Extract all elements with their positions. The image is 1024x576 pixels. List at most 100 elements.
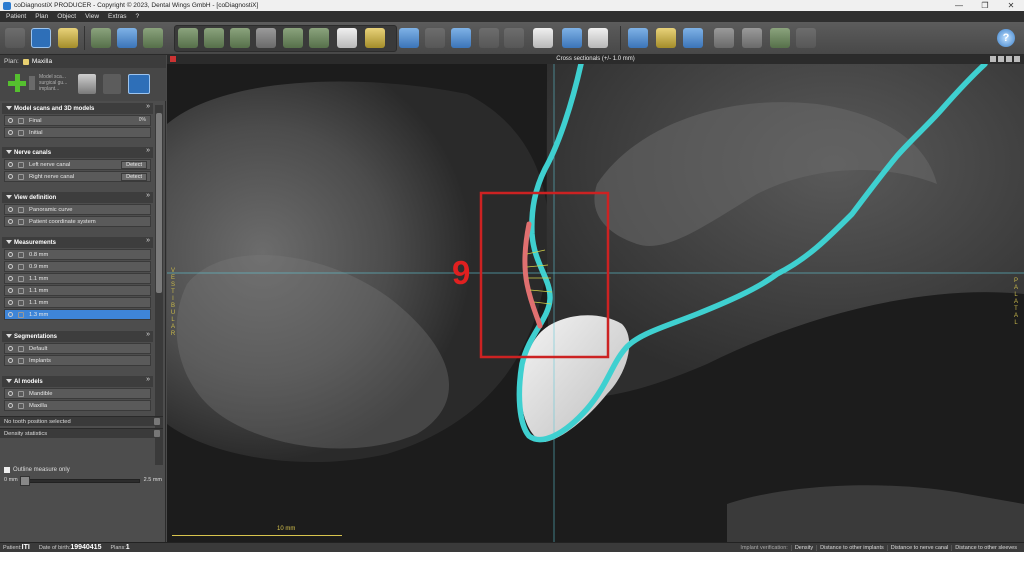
align-icon[interactable] xyxy=(117,28,137,48)
distance-implants-button[interactable]: Distance to other implants xyxy=(816,545,887,551)
abutment-icon[interactable] xyxy=(451,28,471,48)
list-item[interactable]: Maxilla xyxy=(4,400,151,411)
list-item[interactable]: 1.1 mm xyxy=(4,273,151,284)
house-tool-icon[interactable] xyxy=(204,28,224,48)
distance-nerve-button[interactable]: Distance to nerve canal xyxy=(886,545,951,551)
list-item[interactable]: Left nerve canal Detect xyxy=(4,159,151,170)
visibility-icon[interactable] xyxy=(8,276,13,281)
list-item[interactable]: 0.9 mm xyxy=(4,261,151,272)
visibility-icon[interactable] xyxy=(8,312,13,317)
nerve-tool-icon[interactable] xyxy=(230,28,250,48)
list-item[interactable]: Implants xyxy=(4,355,151,366)
visibility-icon[interactable] xyxy=(8,130,13,135)
list-item[interactable]: 0.8 mm xyxy=(4,249,151,260)
detect-left-button[interactable]: Detect xyxy=(121,161,147,169)
menu-plan[interactable]: Plan xyxy=(35,13,48,20)
check-icon[interactable] xyxy=(103,74,121,94)
list-item[interactable]: Right nerve canal Detect xyxy=(4,171,151,182)
export-icon[interactable] xyxy=(562,28,582,48)
list-item[interactable]: 1.1 mm xyxy=(4,297,151,308)
list-item[interactable]: 1.1 mm xyxy=(4,285,151,296)
viewport-pencil-icon[interactable] xyxy=(998,56,1004,62)
visibility-icon[interactable] xyxy=(8,358,13,363)
cross-section-viewport[interactable]: 9 VESTIBULAR PALATAL 10 mm xyxy=(167,64,1024,542)
minimize-button[interactable]: — xyxy=(946,0,972,11)
slider-track[interactable] xyxy=(20,479,140,483)
visibility-icon[interactable] xyxy=(8,162,13,167)
guide-icon[interactable] xyxy=(533,28,553,48)
slider-knob[interactable] xyxy=(20,476,30,486)
list-item[interactable]: Default xyxy=(4,343,151,354)
section-segmentations[interactable]: Segmentations» xyxy=(2,331,153,342)
sphere-tool-icon[interactable] xyxy=(309,28,329,48)
viewport-pin-icon[interactable] xyxy=(990,56,996,62)
maximize-button[interactable]: ❐ xyxy=(972,0,998,11)
outline-checkbox[interactable] xyxy=(4,467,10,473)
distance-sleeves-button[interactable]: Distance to other sleeves xyxy=(951,545,1020,551)
visibility-icon[interactable] xyxy=(8,288,13,293)
section-models[interactable]: Model scans and 3D models» xyxy=(2,103,153,114)
menu-view[interactable]: View xyxy=(85,13,99,20)
undo-icon[interactable] xyxy=(770,28,790,48)
tooth-position-dropdown[interactable]: No tooth position selected xyxy=(0,416,163,426)
crown-tool-icon[interactable] xyxy=(337,28,357,48)
visibility-icon[interactable] xyxy=(8,300,13,305)
patient-icon[interactable] xyxy=(5,28,25,48)
visibility-icon[interactable] xyxy=(8,264,13,269)
implant-icon[interactable] xyxy=(399,28,419,48)
sleeve-icon[interactable] xyxy=(425,28,445,48)
layout-icon[interactable] xyxy=(656,28,676,48)
list-item[interactable]: Final 0% xyxy=(4,115,151,126)
detect-right-button[interactable]: Detect xyxy=(121,173,147,181)
print-icon[interactable] xyxy=(588,28,608,48)
list-item[interactable]: Initial xyxy=(4,127,151,138)
section-ai-models[interactable]: AI models» xyxy=(2,376,153,387)
model-add-icon[interactable] xyxy=(91,28,111,48)
segment-icon[interactable] xyxy=(143,28,163,48)
section-measurements[interactable]: Measurements» xyxy=(2,237,153,248)
viewport-maximize-icon[interactable] xyxy=(1014,56,1020,62)
help-icon[interactable]: ? xyxy=(997,29,1015,47)
redo-icon[interactable] xyxy=(796,28,816,48)
pin-icon[interactable] xyxy=(479,28,499,48)
visibility-icon[interactable] xyxy=(8,174,13,179)
section-view-definition[interactable]: View definition» xyxy=(2,192,153,203)
connect-icon[interactable] xyxy=(714,28,734,48)
scrollbar-thumb[interactable] xyxy=(156,113,162,293)
tooth-tool-icon[interactable] xyxy=(178,28,198,48)
visibility-icon[interactable] xyxy=(8,252,13,257)
viewport-settings-icon[interactable] xyxy=(1006,56,1012,62)
visibility-icon[interactable] xyxy=(8,219,13,224)
panel-scrollbar[interactable] xyxy=(155,105,163,465)
anchor-pin-icon[interactable] xyxy=(504,28,524,48)
menu-help[interactable]: ? xyxy=(135,13,139,20)
open-folder-icon[interactable] xyxy=(58,28,78,48)
list-item[interactable]: Mandible xyxy=(4,388,151,399)
density-status-button[interactable]: Density xyxy=(790,545,816,551)
visibility-icon[interactable] xyxy=(8,207,13,212)
menu-extras[interactable]: Extras xyxy=(108,13,126,20)
close-button[interactable]: ✕ xyxy=(998,0,1024,11)
layout-toggle-icon[interactable] xyxy=(128,74,150,94)
menu-patient[interactable]: Patient xyxy=(6,13,26,20)
visibility-icon[interactable] xyxy=(8,346,13,351)
3d-view-icon[interactable] xyxy=(628,28,648,48)
section-nerve-canals[interactable]: Nerve canals» xyxy=(2,147,153,158)
thickness-slider[interactable]: 0 mm 2.5 mm xyxy=(4,476,164,486)
visibility-icon[interactable] xyxy=(8,403,13,408)
density-dropdown[interactable]: Density statistics xyxy=(0,428,163,438)
add-plus-icon[interactable] xyxy=(8,74,26,92)
cube-view-icon[interactable] xyxy=(683,28,703,48)
outline-checkbox-row[interactable]: Outline measure only xyxy=(4,467,70,473)
visibility-icon[interactable] xyxy=(8,391,13,396)
plan-selector[interactable]: Plan: Maxilla xyxy=(0,55,166,68)
spin-icon[interactable] xyxy=(154,430,160,437)
pencil-tool-icon[interactable] xyxy=(365,28,385,48)
disconnect-icon[interactable] xyxy=(742,28,762,48)
visibility-icon[interactable] xyxy=(8,118,13,123)
measure-tool-icon[interactable] xyxy=(256,28,276,48)
list-item[interactable]: Panoramic curve xyxy=(4,204,151,215)
list-item[interactable]: Patient coordinate system xyxy=(4,216,151,227)
add-dropdown[interactable] xyxy=(29,76,35,90)
list-item-selected[interactable]: 1.3 mm xyxy=(4,309,151,320)
